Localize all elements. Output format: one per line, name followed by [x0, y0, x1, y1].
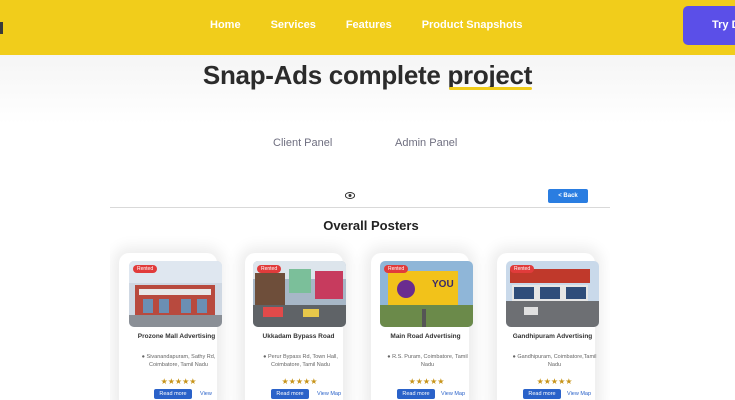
nav-product-snapshots[interactable]: Product Snapshots	[422, 18, 523, 32]
eye-icon[interactable]	[345, 192, 355, 199]
rating-stars: ★★★★★	[536, 377, 573, 386]
rented-badge: Rented	[257, 265, 282, 273]
poster-name: Ukkadam Bypass Road	[262, 333, 335, 340]
rating-stars: ★★★★★	[160, 377, 197, 386]
view-map-link[interactable]: View Map	[567, 389, 591, 399]
rating-stars: ★★★★★	[281, 377, 318, 386]
view-map-link[interactable]: View Map	[317, 389, 341, 399]
view-map-link[interactable]: View Map	[200, 389, 217, 400]
admin-screenshot-panel: < Back Overall Posters Rented Prozone Ma…	[110, 183, 610, 400]
view-map-link[interactable]: View Map	[441, 389, 465, 399]
tab-admin-panel[interactable]: Admin Panel	[395, 137, 457, 149]
poster-card[interactable]: Rented Prozone Mall Advertising ● Sivana…	[119, 253, 222, 400]
poster-address-text: R.S. Puram, Coimbatore, Tamil Nadu	[392, 354, 468, 368]
panel-toolbar: < Back	[110, 183, 610, 208]
logo-icon[interactable]	[0, 22, 3, 34]
read-more-button[interactable]: Read more	[397, 389, 435, 399]
billboard-text: YOU	[432, 279, 454, 290]
poster-address: ● Gandhipuram, Coimbatore,Tamil Nadu	[507, 353, 602, 369]
read-more-button[interactable]: Read more	[523, 389, 561, 399]
mall-image[interactable]: Rented	[129, 261, 222, 327]
street-image[interactable]: Rented	[506, 261, 599, 327]
poster-address: ● Sivanandapuram, Sathy Rd, Coimbatore, …	[131, 353, 226, 369]
rented-badge: Rented	[384, 265, 409, 273]
try-demo-button[interactable]: Try D	[683, 6, 735, 45]
main-nav: Home Services Features Product Snapshots	[210, 18, 553, 32]
poster-name: Prozone Mall Advertising	[137, 333, 216, 340]
poster-address-text: Gandhipuram, Coimbatore,Tamil Nadu	[517, 354, 597, 368]
title-main: Snap-Ads complete	[202, 60, 448, 90]
title-highlight: project	[447, 60, 533, 90]
nav-home[interactable]: Home	[210, 18, 241, 32]
read-more-button[interactable]: Read more	[154, 389, 192, 399]
tab-client-panel[interactable]: Client Panel	[273, 137, 332, 149]
back-button[interactable]: < Back	[548, 189, 588, 203]
poster-card[interactable]: YOU Rented Main Road Advertising ● R.S. …	[371, 253, 473, 400]
rating-stars: ★★★★★	[408, 377, 445, 386]
section-title: Overall Posters	[323, 218, 419, 233]
billboard-image[interactable]: YOU Rented	[380, 261, 473, 327]
poster-card[interactable]: Rented Ukkadam Bypass Road ● Perur Bypas…	[245, 253, 346, 400]
panel-tabs: Client Panel Admin Panel	[0, 137, 735, 153]
poster-address-text: Sivanandapuram, Sathy Rd, Coimbatore, Ta…	[146, 354, 216, 368]
poster-address: ● Perur Bypass Rd, Town Hall, Coimbatore…	[253, 353, 348, 369]
rented-badge: Rented	[510, 265, 535, 273]
top-navbar: Home Services Features Product Snapshots…	[0, 0, 735, 55]
poster-address: ● R.S. Puram, Coimbatore, Tamil Nadu	[380, 353, 475, 369]
road-image[interactable]: Rented	[253, 261, 346, 327]
poster-card[interactable]: Rented Gandhipuram Advertising ● Gandhip…	[497, 253, 599, 400]
nav-features[interactable]: Features	[346, 18, 392, 32]
read-more-button[interactable]: Read more	[271, 389, 309, 399]
poster-name: Main Road Advertising	[390, 333, 461, 340]
page-title: Snap-Ads complete project	[0, 60, 735, 91]
poster-name: Gandhipuram Advertising	[512, 333, 593, 340]
rented-badge: Rented	[133, 265, 158, 273]
nav-services[interactable]: Services	[271, 18, 316, 32]
poster-address-text: Perur Bypass Rd, Town Hall, Coimbatore, …	[267, 354, 338, 368]
